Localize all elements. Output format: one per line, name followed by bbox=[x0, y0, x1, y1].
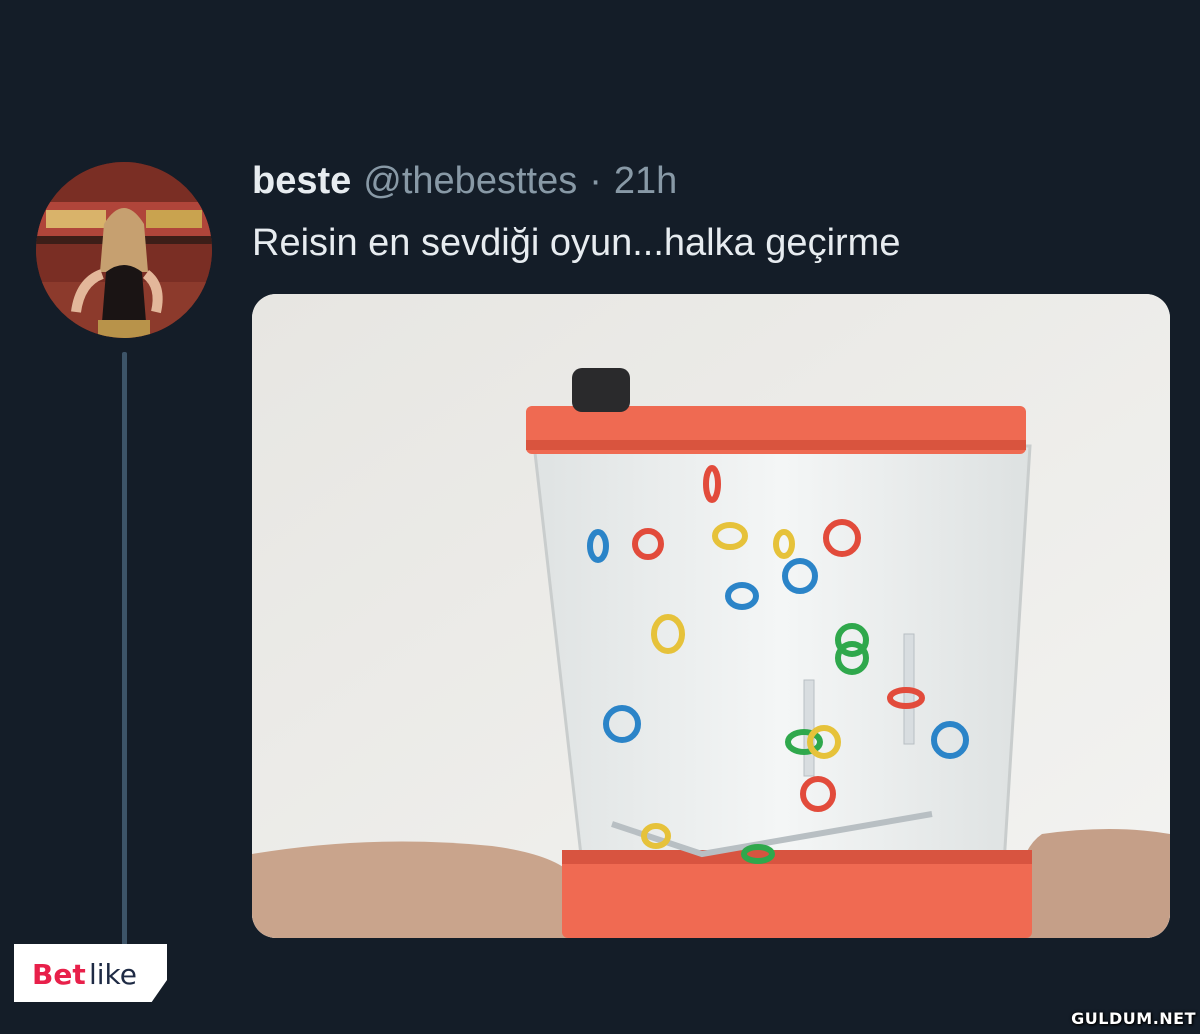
betlike-logo: Bet like bbox=[14, 944, 167, 1002]
thread-line bbox=[122, 352, 127, 948]
watermark: GULDUM.NET bbox=[1071, 1009, 1196, 1028]
svg-text:Bet: Bet bbox=[32, 958, 86, 991]
user-handle[interactable]: @thebesttes bbox=[363, 160, 577, 203]
tweet-text: Reisin en sevdiği oyun...halka geçirme bbox=[252, 222, 901, 264]
separator-dot: · bbox=[589, 160, 602, 202]
tweet-media[interactable] bbox=[252, 294, 1170, 938]
display-name[interactable]: beste bbox=[252, 160, 351, 203]
tweet-header: beste @thebesttes · 21h bbox=[252, 160, 677, 208]
betlike-logo-mark: Bet like bbox=[32, 958, 137, 991]
avatar-photo bbox=[36, 162, 212, 338]
svg-text:like: like bbox=[89, 958, 137, 991]
timestamp[interactable]: 21h bbox=[614, 160, 677, 203]
avatar[interactable] bbox=[36, 162, 212, 338]
water-ring-toss-game-photo bbox=[252, 294, 1170, 938]
